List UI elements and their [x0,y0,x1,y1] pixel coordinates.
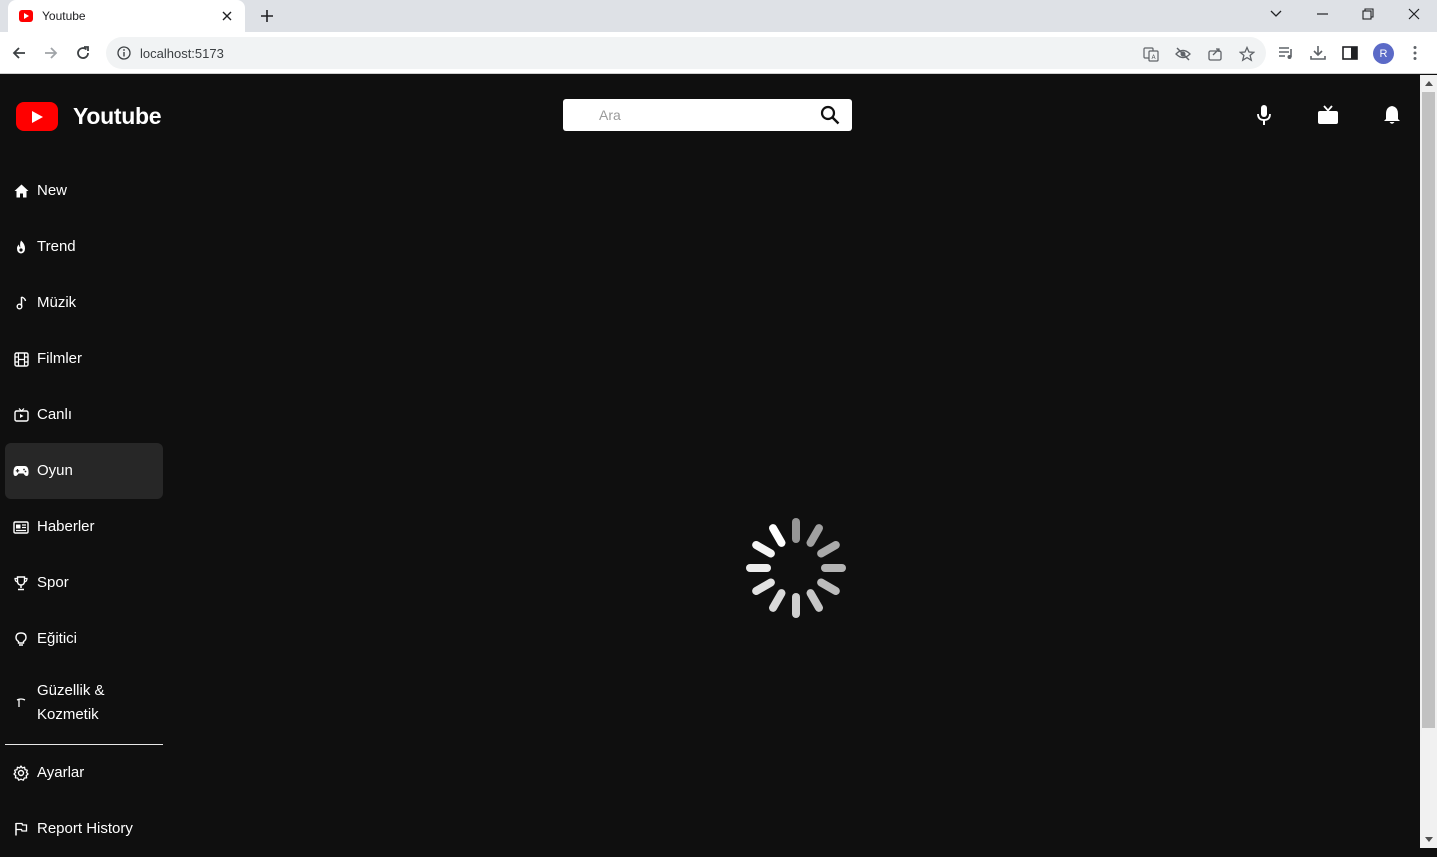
sidebar-item-report-history[interactable]: Report History [5,801,163,857]
youtube-logo-icon [16,102,58,131]
gear-icon [13,765,29,781]
sidebar-item-canli[interactable]: Canlı [5,387,163,443]
sidebar-item-label: Ayarlar [37,764,85,781]
sidebar-item-label: Spor [37,574,69,591]
sidebar-item-haberler[interactable]: Haberler [5,499,163,555]
close-tab-icon[interactable] [219,8,235,24]
home-icon [13,183,29,199]
sidebar: New Trend Müzik Filmler Canlı Oyun Haber… [5,163,163,857]
sidebar-item-egitici[interactable]: Eğitici [5,611,163,667]
spinner-spoke [821,564,846,572]
search-input[interactable] [599,107,809,123]
tab-search-icon[interactable] [1253,0,1299,28]
youtube-favicon-icon [18,8,34,24]
address-bar[interactable]: localhost:5173 A [106,37,1266,69]
loading-spinner-icon [746,518,846,618]
spinner-spoke [769,524,786,547]
search-icon[interactable] [820,105,840,125]
sidebar-item-muzik[interactable]: Müzik [5,275,163,331]
new-tab-icon[interactable] [256,5,278,27]
profile-avatar[interactable]: R [1373,43,1394,64]
bell-icon[interactable] [1381,104,1403,126]
lightbulb-icon [13,631,29,647]
minimize-icon[interactable] [1299,0,1345,28]
forward-arrow-icon[interactable] [39,41,63,65]
tab-title: Youtube [42,9,86,23]
spinner-spoke [817,578,840,595]
sidebar-item-filmler[interactable]: Filmler [5,331,163,387]
sidebar-item-trend[interactable]: Trend [5,219,163,275]
browser-toolbar: localhost:5173 A R [0,32,1437,74]
spinner-spoke [752,578,775,595]
sidebar-item-label: Oyun [37,462,73,479]
trophy-icon [13,575,29,591]
flame-icon [13,239,29,255]
sidebar-item-oyun[interactable]: Oyun [5,443,163,499]
sidebar-item-label: Haberler [37,518,95,535]
scrollbar-thumb[interactable] [1422,92,1435,728]
sidebar-item-new[interactable]: New [5,163,163,219]
sidebar-item-label: Eğitici [37,630,78,647]
logo[interactable]: Youtube [16,102,161,131]
site-info-icon[interactable] [116,45,132,61]
newspaper-icon [13,519,29,535]
page-scrollbar[interactable] [1420,75,1437,848]
sidebar-item-label: New [37,182,68,199]
spinner-spoke [806,524,823,547]
side-panel-icon[interactable] [1340,43,1360,63]
sidebar-item-spor[interactable]: Spor [5,555,163,611]
kebab-menu-icon[interactable] [1405,43,1425,63]
share-icon[interactable] [1206,45,1224,63]
scroll-up-arrow-icon[interactable] [1420,75,1437,92]
spinner-spoke [752,541,775,558]
search-bar [563,99,852,131]
microphone-icon[interactable] [1253,104,1275,126]
browser-tab[interactable]: Youtube [8,0,245,32]
reload-icon[interactable] [71,41,95,65]
spinner-spoke [769,589,786,612]
sidebar-item-ayarlar[interactable]: Ayarlar [5,745,163,801]
spinner-spoke [746,564,771,572]
scroll-down-arrow-icon[interactable] [1420,831,1437,848]
spinner-spoke [792,518,800,543]
restore-icon[interactable] [1345,0,1391,28]
live-tv-icon [13,407,29,423]
media-queue-icon[interactable] [1276,43,1296,63]
spinner-spoke [792,593,800,618]
sidebar-item-label: Filmler [37,350,82,367]
film-icon [13,351,29,367]
bookmark-star-icon[interactable] [1238,45,1256,63]
spinner-spoke [817,541,840,558]
spinner-spoke [806,589,823,612]
flag-icon [13,821,29,837]
sidebar-item-label: Canlı [37,406,73,423]
app-page: Youtube New Trend [0,75,1420,848]
sidebar-item-label: Trend [37,238,76,255]
sidebar-item-guzellik[interactable]: Güzellik & Kozmetik [5,667,163,739]
hanger-icon [13,695,29,711]
tracking-blocked-icon[interactable] [1174,45,1192,63]
sidebar-item-label: Müzik [37,294,77,311]
sidebar-item-label: Report History [37,820,133,837]
sidebar-item-label: Güzellik & Kozmetik [37,682,105,723]
gamepad-icon [13,463,29,479]
music-note-icon [13,295,29,311]
close-window-icon[interactable] [1391,0,1437,28]
download-icon[interactable] [1308,43,1328,63]
url-text: localhost:5173 [140,45,224,61]
translate-icon[interactable]: A [1142,45,1160,63]
tv-icon[interactable] [1317,104,1339,126]
logo-text: Youtube [73,103,162,129]
back-arrow-icon[interactable] [7,41,31,65]
browser-tab-strip: Youtube [0,0,1437,32]
